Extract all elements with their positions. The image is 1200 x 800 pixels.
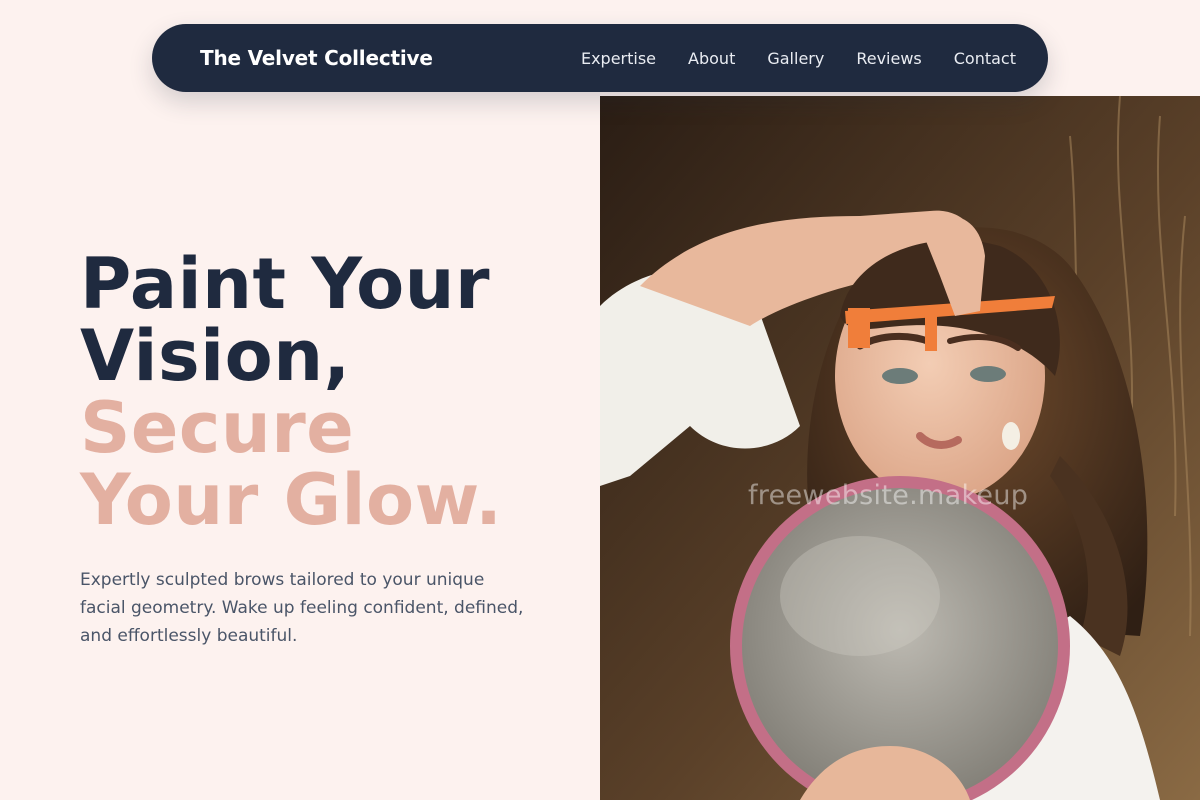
hero-photo: [600, 96, 1200, 800]
headline-line-vision: Vision,: [80, 315, 351, 397]
hero-text-section: Paint Your Vision, Secure Your Glow. Exp…: [80, 248, 580, 650]
hero-photo-illustration: [600, 96, 1200, 800]
headline-line-paint-your: Paint Your: [80, 243, 491, 325]
nav-link-reviews[interactable]: Reviews: [856, 49, 921, 68]
nav-link-expertise[interactable]: Expertise: [581, 49, 656, 68]
nav-link-about[interactable]: About: [688, 49, 735, 68]
hero-headline: Paint Your Vision, Secure Your Glow.: [80, 248, 580, 536]
nav-link-contact[interactable]: Contact: [954, 49, 1016, 68]
nav-item-reviews: Reviews: [856, 49, 921, 68]
top-navbar: The Velvet Collective Expertise About Ga…: [152, 24, 1048, 92]
nav-link-gallery[interactable]: Gallery: [767, 49, 824, 68]
brand-logo-link[interactable]: The Velvet Collective: [200, 46, 433, 70]
nav-item-about: About: [688, 49, 735, 68]
hero-subtext: Expertly sculpted brows tailored to your…: [80, 570, 524, 646]
headline-line-your-glow: Your Glow.: [80, 459, 503, 541]
watermark-text: freewebsite.makeup: [748, 480, 1029, 511]
nav-item-gallery: Gallery: [767, 49, 824, 68]
nav-item-expertise: Expertise: [581, 49, 656, 68]
nav-item-contact: Contact: [954, 49, 1016, 68]
nav-links: Expertise About Gallery Reviews Contact: [581, 49, 1016, 68]
headline-line-secure: Secure: [80, 387, 355, 469]
